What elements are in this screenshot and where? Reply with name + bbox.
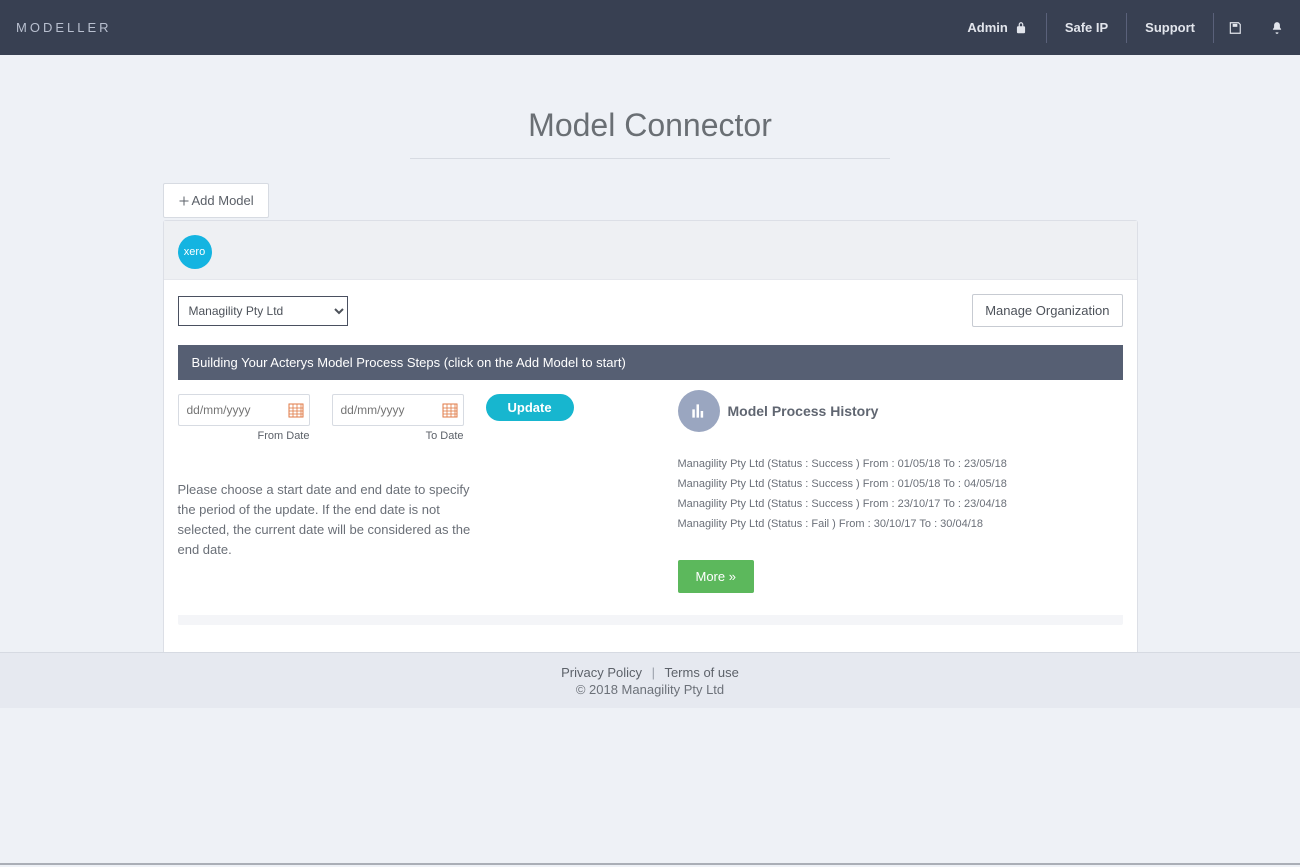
date-help-text: Please choose a start date and end date … xyxy=(178,480,478,561)
to-date-caption: To Date xyxy=(426,430,464,442)
title-divider xyxy=(410,158,890,159)
brand-logo-text[interactable]: MODELLER xyxy=(16,20,112,35)
page-title: Model Connector xyxy=(0,107,1300,144)
add-model-button[interactable]: Add Model xyxy=(163,183,269,218)
xero-icon: xero xyxy=(178,235,212,269)
topbar: MODELLER Admin Safe IP Support xyxy=(0,0,1300,55)
nav-notifications[interactable] xyxy=(1256,21,1284,35)
history-item: Managility Pty Ltd (Status : Success ) F… xyxy=(678,494,1123,514)
add-model-label: Add Model xyxy=(192,193,254,208)
nav-support-label: Support xyxy=(1145,20,1195,35)
update-button[interactable]: Update xyxy=(486,394,574,421)
history-title: Model Process History xyxy=(728,403,879,419)
nav-support[interactable]: Support xyxy=(1127,13,1214,43)
history-item: Managility Pty Ltd (Status : Fail ) From… xyxy=(678,514,1123,534)
history-list: Managility Pty Ltd (Status : Success ) F… xyxy=(678,454,1123,534)
nav-save-button[interactable] xyxy=(1214,21,1256,35)
panel-bottom-strip xyxy=(178,615,1123,625)
from-date-caption: From Date xyxy=(258,430,310,442)
manage-organization-button[interactable]: Manage Organization xyxy=(972,294,1122,327)
nav-safe-ip-label: Safe IP xyxy=(1065,20,1108,35)
footer-copyright: © 2018 Managility Pty Ltd xyxy=(576,682,724,697)
history-chart-icon xyxy=(678,390,720,432)
process-steps-banner: Building Your Acterys Model Process Step… xyxy=(178,345,1123,380)
footer-separator: | xyxy=(652,665,655,680)
lock-icon xyxy=(1014,21,1028,35)
calendar-icon xyxy=(442,402,458,418)
footer: Privacy Policy | Terms of use © 2018 Man… xyxy=(0,652,1300,708)
nav-admin[interactable]: Admin xyxy=(949,13,1046,43)
nav-admin-label: Admin xyxy=(967,20,1007,35)
model-panel: xero Managility Pty Ltd Manage Organizat… xyxy=(163,220,1138,656)
privacy-policy-link[interactable]: Privacy Policy xyxy=(561,665,642,680)
calendar-icon xyxy=(288,402,304,418)
bottom-border xyxy=(0,863,1300,865)
history-item: Managility Pty Ltd (Status : Success ) F… xyxy=(678,454,1123,474)
save-icon xyxy=(1228,21,1242,35)
terms-of-use-link[interactable]: Terms of use xyxy=(664,665,738,680)
plus-icon xyxy=(178,195,190,207)
history-item: Managility Pty Ltd (Status : Success ) F… xyxy=(678,474,1123,494)
panel-header: xero xyxy=(164,221,1137,280)
bell-icon xyxy=(1270,21,1284,35)
nav-safe-ip[interactable]: Safe IP xyxy=(1047,13,1127,43)
organization-select[interactable]: Managility Pty Ltd xyxy=(178,296,348,326)
more-button[interactable]: More » xyxy=(678,560,754,593)
